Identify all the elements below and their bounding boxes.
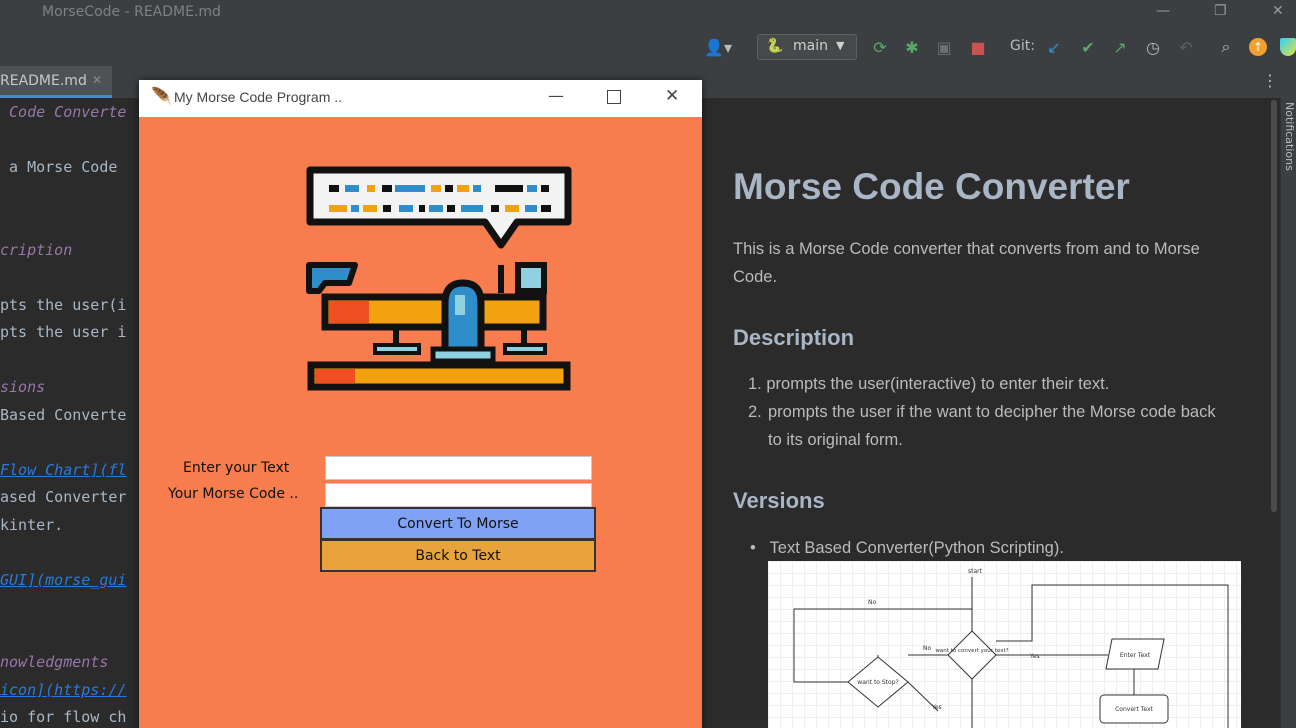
search-icon[interactable]: ⌕ [1216,37,1236,57]
python-icon: 🐍 [766,38,784,54]
rollback-icon[interactable]: ↶ [1176,37,1196,57]
editor-line: cription [0,240,73,259]
flow-chart-svg: start No No Yes Yes want to convert your… [793,568,1229,728]
flow-start-label: start [968,568,983,575]
versions-item-1-text: Text Based Converter(Python Scripting). [769,539,1064,557]
coverage-icon[interactable]: ▣ [934,37,954,57]
tab-readme[interactable]: README.md ✕ [0,66,112,98]
feather-icon: 🪶 [151,87,173,107]
history-icon[interactable]: ◷ [1143,37,1163,57]
notifications-strip: Notifications [1271,98,1296,728]
close-icon[interactable]: ✕ [1272,3,1284,19]
description-heading: Description [733,325,855,350]
flow-no-label-2: No [923,645,931,652]
description-item-2-number: 2. [748,403,762,421]
app-title: My Morse Code Program .. [174,89,343,105]
branch-name: main [793,38,828,54]
description-item-2-text: prompts the user if the want to decipher… [768,403,1216,449]
ide-window-title: MorseCode - README.md [42,4,221,20]
app-close-icon[interactable]: ✕ [665,86,679,106]
git-push-icon[interactable]: ↗ [1110,37,1130,57]
morse-code-label: Your Morse Code .. [168,486,299,502]
debug-icon[interactable]: ✱ [902,37,922,57]
versions-heading: Versions [733,488,825,513]
update-icon[interactable]: ↑ [1248,37,1268,57]
user-icon[interactable]: 👤▾ [703,37,733,57]
back-to-text-button[interactable]: Back to Text [320,539,596,572]
git-update-icon[interactable]: ↙ [1044,37,1064,57]
versions-item-1: • Text Based Converter(Python Scripting)… [750,539,1064,557]
editor-line: ased Converter [0,488,127,506]
editor-line: nowledgments [0,653,109,671]
editor-line: kinter. [0,515,64,534]
more-icon[interactable]: ⋮ [1262,71,1278,90]
restore-icon[interactable]: ❐ [1214,3,1227,19]
chevron-down-icon: ▼ [836,39,845,52]
flow-yes-label: Yes [1029,653,1040,660]
git-label: Git: [1010,38,1035,54]
editor-line: icon](https:// [0,680,127,699]
app-minimize-icon[interactable]: — [548,86,564,105]
description-item-1: 1. prompts the user(interactive) to ente… [748,375,1110,393]
app-title-bar: 🪶 My Morse Code Program .. — ✕ [139,80,702,117]
flow-chart-image: start No No Yes Yes want to convert your… [768,561,1241,728]
markdown-preview: Morse Code Converter This is a Morse Cod… [702,98,1280,728]
minimize-icon[interactable]: — [1156,3,1170,19]
app-maximize-icon[interactable] [607,90,621,104]
enter-text-input[interactable] [325,456,592,480]
branch-selector[interactable]: 🐍 main ▼ [757,34,857,60]
morse-code-input[interactable] [325,483,592,507]
description-item-1-text: prompts the user(interactive) to enter t… [766,375,1110,393]
convert-to-morse-button[interactable]: Convert To Morse [320,507,596,540]
editor-line: GUI](morse_gui [0,570,127,589]
preview-title: Morse Code Converter [733,166,1130,207]
flow-no-label: No [868,599,876,606]
morse-app-window: 🪶 My Morse Code Program .. — ✕ Enter you… [139,80,702,728]
editor-line: pts the user(i [0,295,127,314]
ide-title-bar: MorseCode - README.md — ❐ ✕ [0,0,1296,28]
editor-line: sions [0,378,46,396]
flow-convert-question: want to convert your text? [935,648,1008,654]
enter-text-label: Enter your Text [183,460,290,476]
rerun-icon[interactable]: ⟳ [870,37,890,57]
editor-line: Code Converte [0,103,127,121]
tab-close-icon[interactable]: ✕ [92,73,102,87]
git-commit-icon[interactable]: ✔ [1078,37,1098,57]
editor-line: Flow Chart](fl [0,460,127,479]
description-item-2: 2. prompts the user if the want to decip… [748,398,1228,454]
editor-line: a Morse Code [0,158,127,176]
flow-stop-question: want to Stop? [857,679,898,686]
editor-line: io for flow ch [0,708,127,726]
morse-machine-icon [306,166,572,391]
flow-convert-text: Convert Text [1115,706,1153,713]
stop-icon[interactable]: ■ [968,37,988,57]
ide-toolbar: 👤▾ 🐍 main ▼ ⟳ ✱ ▣ ■ Git: ↙ ✔ ↗ ◷ ↶ ⌕ ↑ [0,28,1296,66]
flow-enter-text: Enter Text [1120,652,1151,659]
notifications-label[interactable]: Notifications [1282,102,1296,171]
tab-label: README.md [0,73,87,89]
flow-yes-label-2: Yes [931,704,942,711]
preview-scrollbar[interactable] [1271,100,1277,512]
editor-line: pts the user i [0,323,127,341]
plugin-icon[interactable] [1278,37,1296,57]
preview-intro: This is a Morse Code converter that conv… [733,240,1200,286]
editor-line: Based Converte [0,405,127,424]
